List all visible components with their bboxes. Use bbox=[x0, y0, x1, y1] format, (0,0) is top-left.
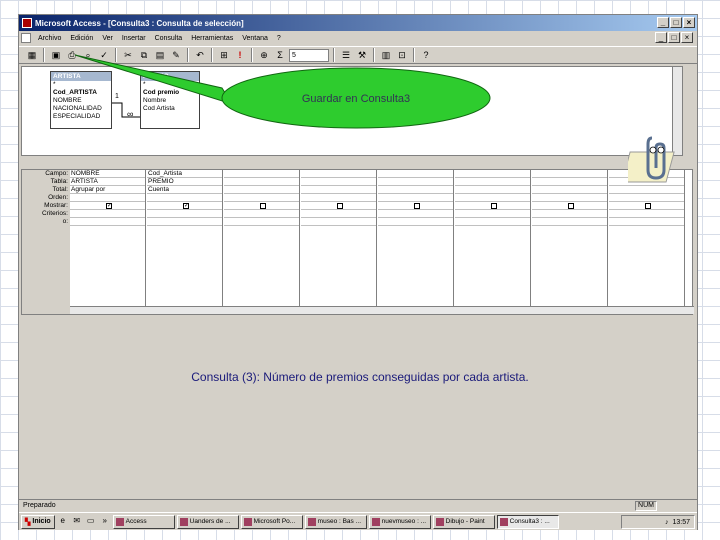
save-callout bbox=[74, 54, 491, 129]
slide-caption: Consulta (3): Número de premios consegui… bbox=[191, 370, 529, 384]
office-assistant-clip-icon[interactable] bbox=[628, 130, 688, 190]
callout-pointer bbox=[74, 54, 234, 105]
callout-text: Guardar en Consulta3 bbox=[301, 93, 411, 105]
